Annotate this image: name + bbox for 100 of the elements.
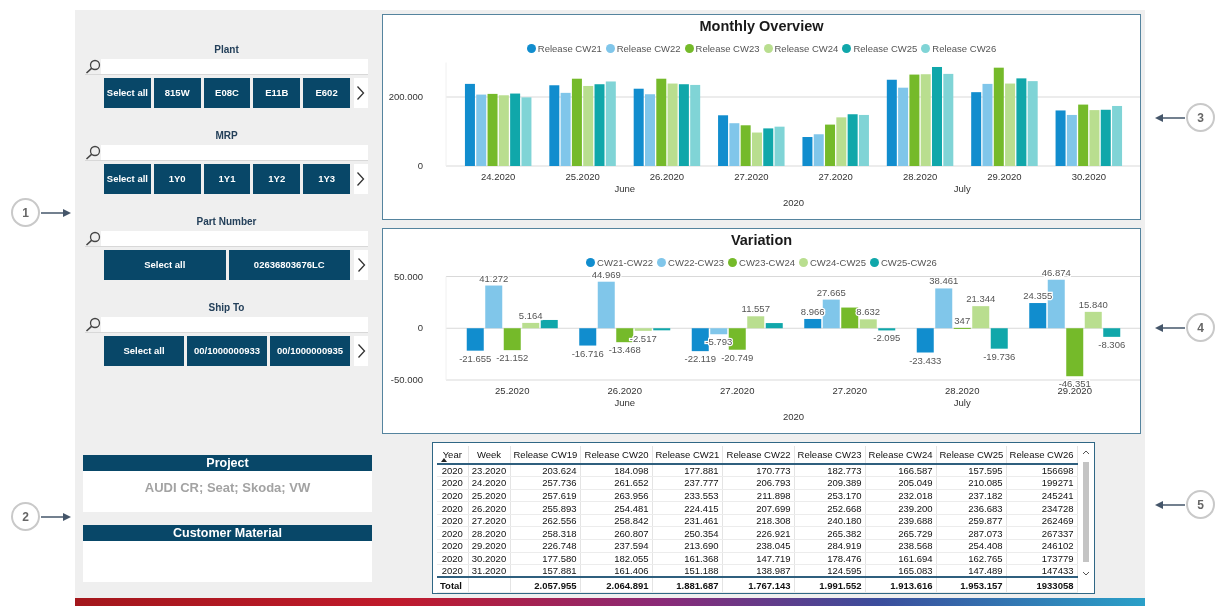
table-cell: 211.898: [722, 489, 794, 502]
chart-bar: [858, 114, 869, 166]
axis-tick-label: 28.2020: [945, 385, 980, 396]
table-cell: 255.893: [510, 501, 580, 515]
data-label: -19.736: [983, 350, 1016, 362]
chart-bar: [1112, 105, 1123, 166]
table-cell: 203.624: [510, 464, 580, 477]
slicer-option[interactable]: E602: [303, 78, 350, 108]
search-field[interactable]: [101, 231, 368, 246]
card-title: Customer Material: [83, 525, 372, 541]
column-header[interactable]: Week: [468, 446, 510, 464]
slicer-option[interactable]: E11B: [253, 78, 301, 108]
axis-tick-label: 24.2020: [481, 171, 516, 182]
table-cell: 257.736: [510, 476, 580, 490]
callout-number: 2: [11, 502, 40, 531]
chart-bar: [836, 117, 847, 166]
slicer-option[interactable]: 00/1000000935: [270, 336, 350, 366]
data-label: 38.461: [929, 275, 959, 287]
axis-title: 2020: [782, 411, 805, 422]
slicer-option[interactable]: Select all: [104, 336, 184, 366]
slicer-option[interactable]: 1Y3: [303, 164, 350, 194]
legend-label: Release CW24: [774, 42, 839, 54]
table-cell: 166.587: [865, 464, 936, 477]
axis-tick-label: 26.2020: [649, 171, 685, 182]
chart-title: Monthly Overview: [699, 18, 824, 34]
chart-bar: [751, 132, 762, 166]
table-cell: 239.200: [865, 501, 936, 515]
slicer-option[interactable]: 1Y2: [253, 164, 301, 194]
chevron-right-icon: [356, 171, 366, 187]
chart-bar: [763, 128, 774, 166]
table-cell: 226.921: [722, 526, 794, 540]
slicer-option[interactable]: E08C: [203, 78, 251, 108]
slicer-title: Part Number: [196, 216, 257, 227]
table-cell: 226.748: [510, 539, 580, 553]
table-cell: 250.354: [652, 526, 722, 540]
next-button[interactable]: [354, 78, 368, 108]
table-cell: 218.308: [722, 514, 794, 527]
data-label: -23.433: [909, 354, 942, 366]
table-cell: 157.595: [936, 464, 1006, 477]
search-field[interactable]: [101, 59, 368, 74]
table-cell: 234728: [1006, 501, 1077, 515]
callout-number: 1: [11, 198, 40, 227]
slicer-option[interactable]: 1Y0: [153, 164, 201, 194]
slicer-option[interactable]: Select all: [104, 78, 151, 108]
axis-tick-label: 200.000: [388, 91, 423, 102]
legend-label: CW22-CW23: [668, 256, 724, 268]
search-field[interactable]: [101, 145, 368, 160]
axis-group-label: June: [614, 183, 636, 194]
table-cell: 2020: [437, 564, 468, 578]
column-header[interactable]: Release CW19: [510, 446, 580, 464]
table-cell: 28.2020: [468, 526, 510, 540]
arrow-icon: [40, 207, 72, 218]
column-header[interactable]: Release CW26: [1006, 446, 1077, 464]
slicer-option[interactable]: Select all: [104, 250, 226, 280]
next-button[interactable]: [354, 250, 368, 280]
chart-bar: [1066, 114, 1077, 166]
table-cell: 31.2020: [468, 564, 510, 578]
table-cell: 151.188: [652, 564, 722, 578]
callout-number: 4: [1186, 313, 1215, 342]
column-header[interactable]: Year: [437, 446, 468, 464]
axis-tick-label: 27.2020: [818, 171, 853, 182]
column-header[interactable]: Release CW25: [936, 446, 1006, 464]
table-cell: 253.170: [794, 489, 865, 502]
column-header[interactable]: Release CW20: [580, 446, 652, 464]
table-cell: 206.793: [722, 476, 794, 490]
table-cell: 161.694: [865, 552, 936, 565]
total-cell: 1.991.552: [794, 577, 865, 593]
chevron-right-icon: [356, 343, 366, 359]
total-cell: 2.057.955: [510, 577, 580, 593]
card-value: AUDI CR; Seat; Skoda; VW: [144, 480, 311, 495]
table-cell: 205.049: [865, 476, 936, 490]
column-header[interactable]: Release CW22: [722, 446, 794, 464]
slicer-option[interactable]: Select all: [104, 164, 151, 194]
table-cell: 240.180: [794, 514, 865, 527]
table-cell: 26.2020: [468, 501, 510, 515]
table-cell: 213.690: [652, 539, 722, 553]
table-cell: 2020: [437, 501, 468, 515]
next-button[interactable]: [354, 164, 368, 194]
table-cell: 237.594: [580, 539, 652, 553]
slicer-option[interactable]: 1Y1: [203, 164, 251, 194]
legend-label: Release CW22: [616, 42, 681, 54]
table-cell: 147.489: [936, 564, 1006, 578]
column-header[interactable]: Release CW23: [794, 446, 865, 464]
column-header[interactable]: Release CW21: [652, 446, 722, 464]
slicer-option[interactable]: 00/1000000933: [187, 336, 267, 366]
next-button[interactable]: [354, 336, 368, 366]
data-label: 41.272: [479, 272, 509, 284]
slicer-option[interactable]: 02636803676LC: [228, 250, 350, 280]
data-label: 15.840: [1078, 298, 1108, 310]
slicer-option[interactable]: 815W: [153, 78, 201, 108]
legend-label: Release CW25: [853, 42, 918, 54]
axis-group-label: July: [953, 183, 971, 194]
table-cell: 184.098: [580, 464, 652, 477]
data-label: 21.344: [966, 293, 996, 305]
table-cell: 199271: [1006, 476, 1077, 490]
search-field[interactable]: [101, 317, 368, 332]
column-header[interactable]: Release CW24: [865, 446, 936, 464]
slicer-title: MRP: [215, 130, 238, 141]
search-icon: [85, 231, 101, 246]
table-cell: 258.842: [580, 514, 652, 527]
